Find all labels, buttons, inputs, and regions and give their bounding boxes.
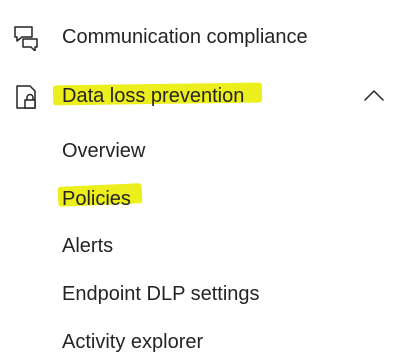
sub-item-label: Overview xyxy=(62,140,146,162)
sub-item-overview[interactable]: Overview xyxy=(0,129,409,173)
nav-item-communication-compliance[interactable]: Communication compliance xyxy=(0,15,409,59)
sub-item-alerts[interactable]: Alerts xyxy=(0,224,409,268)
sub-item-activity-explorer[interactable]: Activity explorer xyxy=(0,320,409,364)
sub-item-endpoint-dlp-settings[interactable]: Endpoint DLP settings xyxy=(0,272,409,316)
sub-item-label: Endpoint DLP settings xyxy=(62,283,260,305)
sub-item-policies[interactable]: Policies xyxy=(0,177,409,221)
nav-item-label: Data loss prevention xyxy=(62,85,245,107)
nav-item-label: Communication compliance xyxy=(62,26,308,48)
sub-item-label: Alerts xyxy=(62,235,114,257)
sub-item-label: Policies xyxy=(62,188,131,210)
nav-item-data-loss-prevention[interactable]: Data loss prevention xyxy=(0,74,409,118)
document-lock-icon xyxy=(13,84,39,110)
chevron-up-icon[interactable] xyxy=(362,84,386,108)
compliance-navigation: Communication compliance Data loss preve… xyxy=(0,0,409,358)
chat-bubbles-icon xyxy=(13,25,39,51)
sub-item-label: Activity explorer xyxy=(62,331,204,353)
